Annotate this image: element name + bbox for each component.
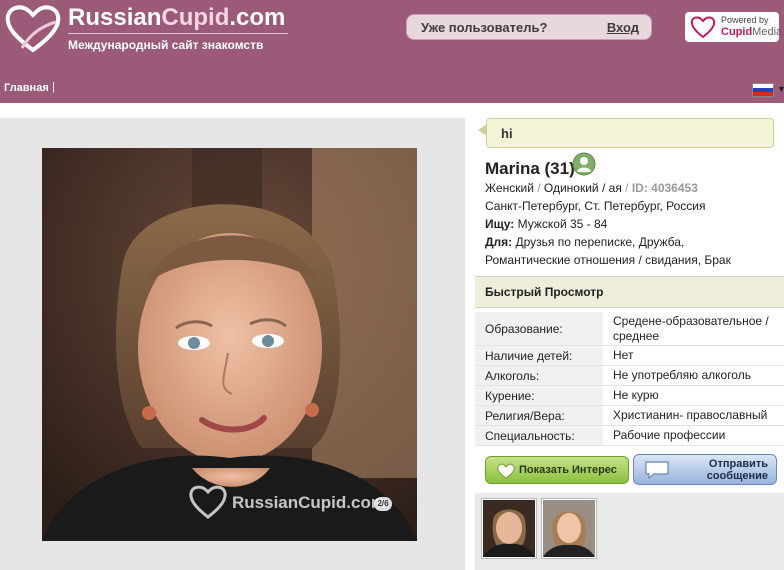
site-tagline: Международный сайт знакомств xyxy=(68,38,264,52)
seeking-value: Мужской 35 - 84 xyxy=(517,217,608,231)
profile-photo-image xyxy=(42,148,417,541)
detail-value: Не употребляю алкоголь xyxy=(613,368,751,382)
table-row: Религия/Вера: Христианин- православный xyxy=(475,406,784,426)
table-row: Алкоголь: Не употребляю алкоголь xyxy=(475,366,784,386)
watermark-text: RussianCupid.com xyxy=(232,493,386,512)
detail-value: Рабочие профессии xyxy=(613,428,726,442)
site-logo[interactable]: RussianCupid.com xyxy=(68,4,285,32)
profile-relationship: Одинокий / ая xyxy=(543,181,622,195)
profile-headline: hi xyxy=(501,126,513,141)
profile-location: Санкт-Петербург, Ст. Петербург, Россия xyxy=(485,199,706,213)
detail-value: Не курю xyxy=(613,388,659,402)
detail-value: Средене-образовательное / среднее xyxy=(613,313,769,343)
detail-label: Религия/Вера: xyxy=(475,406,603,425)
detail-label: Образование: xyxy=(475,312,603,345)
for-label: Для: xyxy=(485,235,513,249)
heart-icon xyxy=(497,463,515,479)
russia-flag-icon[interactable] xyxy=(752,83,774,97)
profile-gender: Женский xyxy=(485,181,534,195)
table-row: Специальность: Рабочие профессии xyxy=(475,426,784,446)
nav-home-link[interactable]: Главная xyxy=(4,82,49,94)
online-status-icon xyxy=(572,152,596,176)
login-link[interactable]: Вход xyxy=(607,20,639,35)
detail-label: Курение: xyxy=(475,386,603,405)
cupidmedia-heart-icon xyxy=(690,16,716,39)
detail-label: Наличие детей: xyxy=(475,346,603,365)
for-value-line1: Друзья по переписке, Дружба, xyxy=(515,235,685,249)
profile-seeking: Ищу: Мужской 35 - 84 xyxy=(485,217,607,231)
profile-id: ID: 4036453 xyxy=(631,181,698,195)
table-row: Наличие детей: Нет xyxy=(475,346,784,366)
show-interest-button[interactable]: Показать Интерес xyxy=(485,456,629,484)
nav-separator: | xyxy=(52,81,55,93)
detail-label: Специальность: xyxy=(475,426,603,445)
send-message-button[interactable]: Отправить сообщение xyxy=(633,454,777,485)
profile-for: Для: Друзья по переписке, Дружба, xyxy=(485,235,684,249)
chat-bubble-icon xyxy=(645,461,669,480)
quick-view-table: Образование: Средене-образовательное / с… xyxy=(475,312,784,446)
for-value-line2: Романтические отношения / свидания, Брак xyxy=(485,253,731,267)
language-dropdown-arrow-icon[interactable]: ▼ xyxy=(777,84,784,94)
quick-view-title: Быстрый Просмотр xyxy=(485,285,604,299)
quick-view-header: Быстрый Просмотр xyxy=(475,276,784,308)
thumbnail-image xyxy=(543,500,595,557)
send-message-label: Отправить сообщение xyxy=(706,458,768,482)
table-row: Образование: Средене-образовательное / с… xyxy=(475,312,784,346)
show-interest-label: Показать Интерес xyxy=(519,464,617,476)
headline-bubble: hi xyxy=(486,118,774,148)
logo-divider xyxy=(68,33,288,34)
site-header: RussianCupid.com Международный сайт знак… xyxy=(0,0,784,103)
profile-basics-line: Женский / Одинокий / ая / ID: 4036453 xyxy=(485,181,698,195)
thumbnail-photo[interactable] xyxy=(541,498,597,559)
photo-thumbnails xyxy=(475,493,784,570)
thumbnail-photo[interactable] xyxy=(481,498,537,559)
watermark-heart-icon xyxy=(189,485,227,519)
login-bar: Уже пользователь? Вход xyxy=(406,14,652,40)
login-question: Уже пользователь? xyxy=(421,20,548,35)
powered-by-badge[interactable]: Powered by CupidMedia xyxy=(685,12,783,42)
profile-name: Marina (31) xyxy=(485,159,575,178)
heart-logo-icon[interactable] xyxy=(4,4,62,54)
powered-by-label: Powered by xyxy=(721,15,769,25)
thumbnail-image xyxy=(483,500,535,557)
detail-label: Алкоголь: xyxy=(475,366,603,385)
cupidmedia-name: CupidMedia xyxy=(721,26,783,38)
photo-counter-badge: 2/6 xyxy=(374,497,392,511)
detail-value: Нет xyxy=(613,348,634,362)
main-profile-photo[interactable] xyxy=(42,148,417,541)
seeking-label: Ищу: xyxy=(485,217,515,231)
table-row: Курение: Не курю xyxy=(475,386,784,406)
detail-value: Христианин- православный xyxy=(613,408,768,422)
